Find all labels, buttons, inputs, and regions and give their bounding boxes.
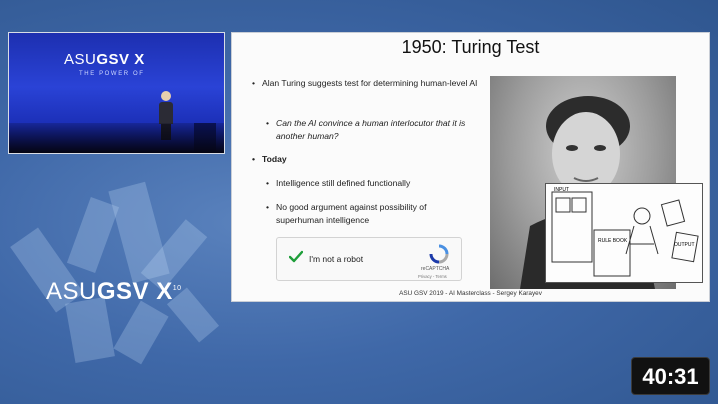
bullet-subitem: • Can the AI convince a human interlocuto…: [266, 118, 466, 141]
bullet-subitem: • Intelligence still defined functionally: [266, 178, 411, 188]
slide-footer: ASU GSV 2019 - AI Masterclass - Sergey K…: [399, 290, 542, 297]
recaptcha-terms: Privacy - Terms: [418, 274, 447, 279]
stage-subtitle: THE POWER OF: [79, 71, 145, 77]
sketch-label-output: OUTPUT: [674, 242, 695, 248]
checkmark-icon[interactable]: [289, 250, 303, 264]
recaptcha-logo-icon: [429, 244, 449, 264]
presentation-slide: 1950: Turing Test • Alan Turing suggests …: [231, 32, 710, 302]
background-shard: [65, 296, 115, 364]
bullet-item: • Alan Turing suggests test for determini…: [252, 78, 478, 88]
recaptcha-widget[interactable]: I'm not a robot reCAPTCHA Privacy - Term…: [276, 237, 462, 281]
sketch-label-rulebook: RULE BOOK: [598, 238, 628, 244]
background-shard: [113, 300, 169, 365]
sketch-label-input: INPUT: [554, 187, 569, 193]
video-duration-badge: 40:31: [631, 357, 710, 395]
stage-logo: ASUGSV X: [64, 51, 145, 68]
recaptcha-brand: reCAPTCHA: [421, 266, 450, 272]
captcha-label: I'm not a robot: [309, 254, 364, 264]
slide-title: 1950: Turing Test: [401, 37, 540, 57]
chinese-room-sketch: INPUT RULE BOOK OUTPUT: [545, 183, 703, 283]
speaker-video[interactable]: ASUGSV X THE POWER OF: [8, 32, 225, 154]
bullet-subitem: • No good argument against possibility of…: [266, 202, 427, 225]
asugsv-watermark-logo: ASUGSV X10: [46, 278, 182, 305]
background-shard: [66, 196, 120, 274]
audience-silhouettes: [9, 123, 224, 153]
bullet-item: • Today: [252, 154, 287, 164]
